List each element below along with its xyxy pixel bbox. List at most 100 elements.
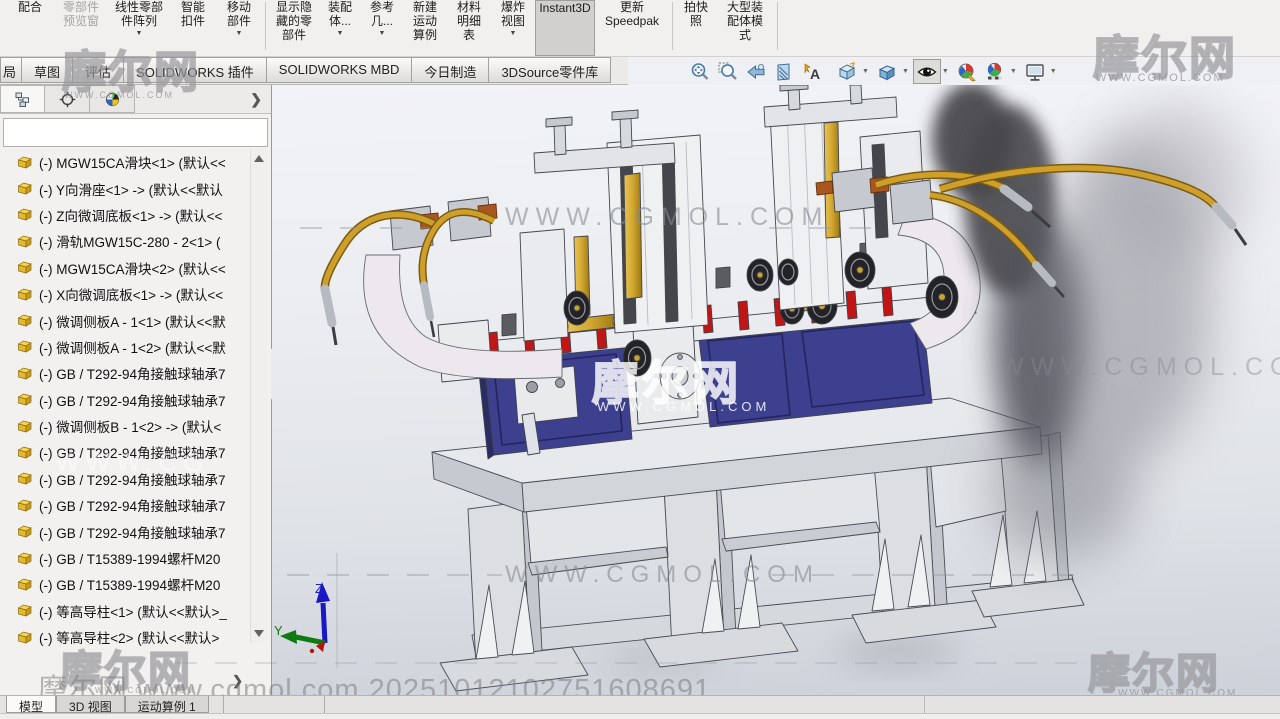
part-icon [17, 445, 33, 460]
edit-appearance-icon [956, 61, 978, 83]
toolbar-button-mate[interactable]: 配合 [6, 0, 54, 56]
scroll-up-icon[interactable] [254, 155, 264, 162]
toolbar-button-reference-geometry[interactable]: 参考几...▼ [361, 0, 403, 56]
tree-item[interactable]: (-) 等高导柱<2> (默认<<默认> [0, 624, 250, 650]
chevron-down-icon[interactable]: ▼ [216, 30, 262, 38]
tree-item-label: (-) 等高导柱<2> (默认<<默认> [39, 627, 219, 647]
chevron-down-icon[interactable]: ▼ [1010, 68, 1017, 75]
featuremanager-tab[interactable] [0, 85, 45, 113]
edit-appearance-button[interactable] [953, 59, 981, 84]
tree-item[interactable]: (-) Y向滑座<1> -> (默认<<默认 [0, 175, 250, 201]
toolbar-button-large-assembly-mode[interactable]: 大型装配体模式 [716, 0, 774, 56]
tree-item[interactable]: (-) GB / T15389-1994螺杆M20 [0, 545, 250, 571]
command-tab-今日制造[interactable]: 今日制造 [412, 57, 489, 83]
tree-item[interactable]: (-) GB / T292-94角接触球轴承7 [0, 492, 250, 518]
tree-item-label: (-) MGW15CA滑块<2> (默认<< [39, 258, 226, 278]
configurationmanager-tab[interactable] [90, 85, 135, 113]
chevron-down-icon[interactable]: ▼ [361, 30, 403, 38]
doc-tab-运动算例 1[interactable]: 运动算例 1 [125, 696, 209, 713]
part-icon [17, 392, 33, 407]
toolbar-button-take-snapshot[interactable]: 拍快照 [676, 0, 716, 56]
tree-item[interactable]: (-) X向微调底板<1> -> (默认<< [0, 281, 250, 307]
graphics-viewport[interactable]: Z Y WWW.CGMOL.COM 摩尔网 WWW.CGMOL.COM WWW.… [272, 85, 1280, 695]
tree-item-label: (-) GB / T292-94角接触球轴承7 [39, 495, 226, 515]
tree-item[interactable]: (-) 微调侧板B - 1<2> -> (默认< [0, 413, 250, 439]
scroll-down-icon[interactable] [254, 630, 264, 637]
part-icon [17, 419, 33, 434]
tree-item[interactable]: (-) GB / T292-94角接触球轴承7 [0, 360, 250, 386]
part-icon [17, 630, 33, 645]
command-tab-局[interactable]: 局 [0, 57, 22, 83]
panel-expand-icon[interactable]: ❯ [250, 91, 262, 108]
toolbar-button-smart-fasteners[interactable]: 智能扣件 [170, 0, 216, 56]
toolbar-button-linear-component-pattern[interactable]: 线性零部件阵列▼ [108, 0, 170, 56]
tree-item-label: (-) GB / T292-94角接触球轴承7 [39, 442, 226, 462]
toolbar-button-new-motion-study[interactable]: 新建运动算例 [403, 0, 447, 56]
apply-scene-button[interactable] [981, 59, 1009, 84]
command-tab-3DSource零件库[interactable]: 3DSource零件库 [489, 57, 611, 83]
previous-view-icon [745, 61, 767, 83]
chevron-down-icon[interactable]: ▼ [862, 68, 869, 75]
headsup-band: A ▼ ▼ ▼ ▼ ▼ [628, 57, 1280, 85]
tree-item-label: (-) GB / T292-94角接触球轴承7 [39, 390, 226, 410]
tree-filter-box[interactable] [3, 118, 268, 147]
tree-item[interactable]: (-) GB / T292-94角接触球轴承7 [0, 439, 250, 465]
dynamic-annotation-views-button[interactable]: A [798, 59, 826, 84]
chevron-down-icon[interactable]: ▼ [319, 30, 361, 38]
chevron-down-icon[interactable]: ▼ [902, 68, 909, 75]
part-icon [17, 260, 33, 275]
zoom-to-fit-button[interactable] [686, 59, 714, 84]
tree-scrollbar[interactable] [250, 149, 267, 643]
previous-view-button[interactable] [742, 59, 770, 84]
part-icon [17, 603, 33, 618]
section-view-button[interactable] [770, 59, 798, 84]
hide-show-items-button[interactable] [913, 59, 941, 84]
chevron-down-icon[interactable]: ▼ [1050, 68, 1057, 75]
view-orientation-icon [836, 61, 858, 83]
chevron-down-icon[interactable]: ▼ [108, 30, 170, 38]
tree-hscroll-right-icon[interactable]: ❯ [232, 673, 243, 689]
view-settings-button[interactable] [1021, 59, 1049, 84]
tree-item[interactable]: (-) GB / T15389-1994螺杆M20 [0, 571, 250, 597]
toolbar-button-instant3d[interactable]: Instant3D [535, 0, 595, 56]
command-tab-SOLIDWORKS 插件[interactable]: SOLIDWORKS 插件 [124, 57, 267, 83]
toolbar-button-bill-of-materials[interactable]: 材料明细表 [447, 0, 491, 56]
tree-item-label: (-) 微调侧板B - 1<2> -> (默认< [39, 416, 221, 436]
tree-item[interactable]: (-) GB / T292-94角接触球轴承7 [0, 387, 250, 413]
tree-item[interactable]: (-) 微调侧板A - 1<1> (默认<<默 [0, 307, 250, 333]
command-tab-SOLIDWORKS MBD[interactable]: SOLIDWORKS MBD [267, 57, 413, 83]
panel-tab-strip: ❯ [0, 85, 272, 114]
command-tab-评估[interactable]: 评估 [73, 57, 124, 83]
propertymanager-icon [59, 91, 76, 108]
doc-tab-3D 视图[interactable]: 3D 视图 [56, 696, 125, 713]
view-orientation-button[interactable] [833, 59, 861, 84]
zoom-to-area-button[interactable] [714, 59, 742, 84]
toolbar-button-update-speedpak[interactable]: 更新Speedpak [595, 0, 669, 56]
display-style-button[interactable] [873, 59, 901, 84]
tree-item-label: (-) Y向滑座<1> -> (默认<<默认 [39, 179, 223, 199]
part-icon [17, 207, 33, 222]
model-canvas[interactable]: Z Y [272, 85, 1280, 695]
command-tab-草图[interactable]: 草图 [22, 57, 73, 83]
orientation-triad: Z Y [274, 581, 330, 653]
tree-item[interactable]: (-) Z向微调底板<1> -> (默认<< [0, 202, 250, 228]
tree-item[interactable]: (-) GB / T292-94角接触球轴承7 [0, 466, 250, 492]
tree-item[interactable]: (-) 微调侧板A - 1<2> (默认<<默 [0, 334, 250, 360]
tree-item[interactable]: (-) 滑轨MGW15C-280 - 2<1> ( [0, 228, 250, 254]
chevron-down-icon[interactable]: ▼ [942, 68, 949, 75]
chevron-down-icon[interactable]: ▼ [491, 30, 535, 38]
tree-item-label: (-) 微调侧板A - 1<2> (默认<<默 [39, 337, 226, 357]
propertymanager-tab[interactable] [45, 85, 90, 113]
tree-item[interactable]: (-) MGW15CA滑块<1> (默认<< [0, 149, 250, 175]
toolbar-button-move-component[interactable]: 移动部件▼ [216, 0, 262, 56]
toolbar-button-exploded-view[interactable]: 爆炸视图▼ [491, 0, 535, 56]
command-manager-tabs: 局草图评估SOLIDWORKS 插件SOLIDWORKS MBD今日制造3DSo… [0, 57, 628, 85]
toolbar-separator [672, 2, 673, 50]
part-icon [17, 366, 33, 381]
tree-item[interactable]: (-) MGW15CA滑块<2> (默认<< [0, 255, 250, 281]
doc-tab-模型[interactable]: 模型 [6, 696, 56, 713]
tree-item[interactable]: (-) GB / T292-94角接触球轴承7 [0, 518, 250, 544]
tree-item[interactable]: (-) 等高导柱<1> (默认<<默认>_ [0, 598, 250, 624]
toolbar-button-assembly-features[interactable]: 装配体...▼ [319, 0, 361, 56]
toolbar-button-show-hidden-components[interactable]: 显示隐藏的零部件 [269, 0, 319, 56]
